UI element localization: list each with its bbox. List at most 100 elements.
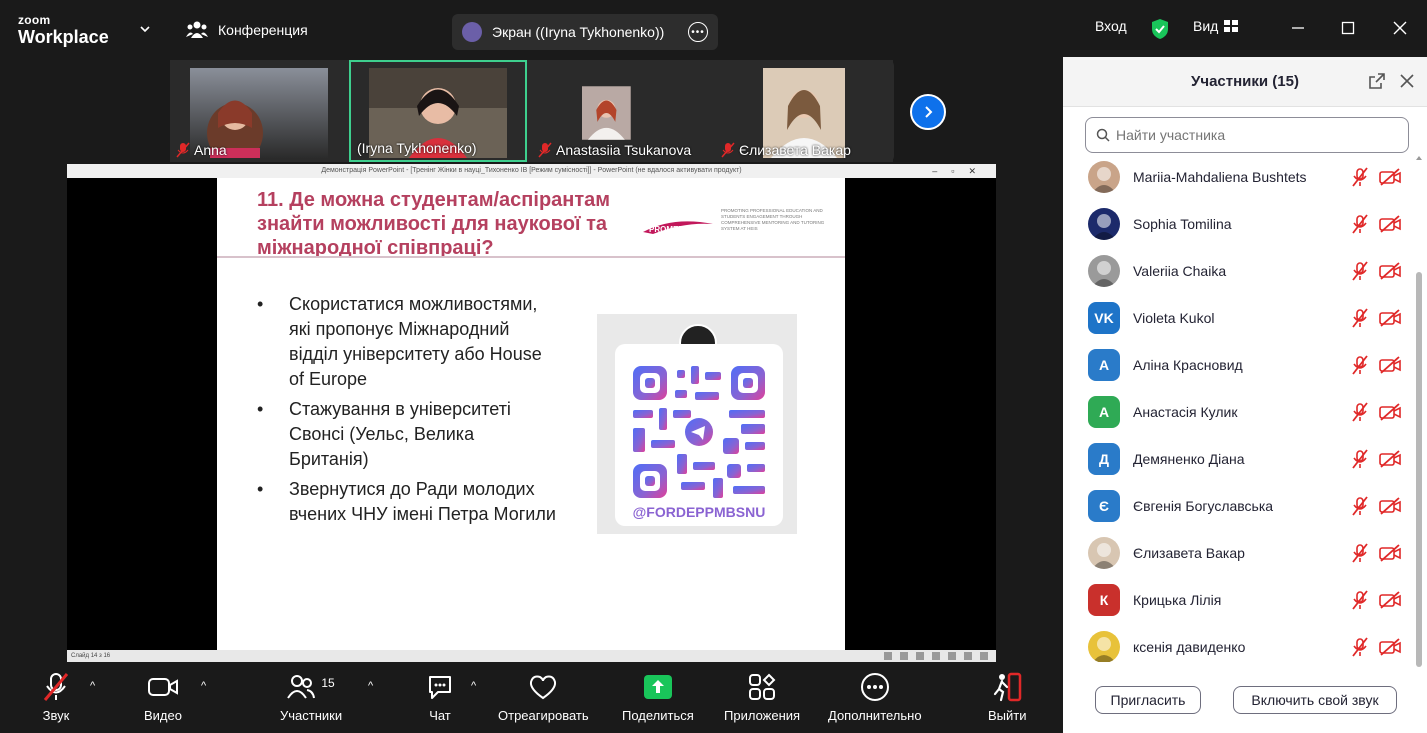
participants-label: Участники xyxy=(280,708,343,723)
participant-row[interactable]: Mariia-Mahdaliena Bushtets xyxy=(1063,157,1413,200)
screen-share-indicator[interactable]: Экран ((Iryna Tykhonenko)) ••• xyxy=(452,14,718,50)
video-tile-active-speaker[interactable]: (Iryna Tykhonenko) xyxy=(349,60,527,162)
meeting-info[interactable]: Конференция xyxy=(186,20,308,40)
share-button[interactable]: Поделиться xyxy=(622,670,694,723)
participants-button[interactable]: 15 Участники xyxy=(280,670,342,723)
camera-off-icon[interactable] xyxy=(1379,449,1401,468)
participants-scrollbar[interactable] xyxy=(1415,155,1423,667)
participant-row[interactable]: А Анастасія Кулик xyxy=(1063,388,1413,435)
mic-muted-icon[interactable] xyxy=(1351,495,1369,516)
next-videos-button[interactable] xyxy=(910,94,946,130)
participant-row[interactable]: Є Євгенія Богуславська xyxy=(1063,482,1413,529)
video-options-chevron-icon[interactable]: ^ xyxy=(201,680,206,692)
participant-row[interactable]: VK Violeta Kukol xyxy=(1063,294,1413,341)
unmute-button[interactable]: Включить свой звук xyxy=(1233,686,1397,714)
more-icon xyxy=(860,673,889,701)
audio-button[interactable]: Звук xyxy=(40,670,72,723)
mic-muted-icon[interactable] xyxy=(1351,213,1369,234)
participant-row[interactable]: ксенія давиденко xyxy=(1063,623,1413,662)
participant-row[interactable]: Єлизавета Вакар xyxy=(1063,529,1413,576)
screen-share-label: Экран ((Iryna Tykhonenko)) xyxy=(492,24,665,40)
video-name-label: Anna xyxy=(194,142,227,158)
grid-icon xyxy=(1224,20,1239,32)
video-tile[interactable]: Anastasiia Tsukanova xyxy=(532,60,710,162)
mic-muted-icon[interactable] xyxy=(1351,307,1369,328)
apps-icon xyxy=(749,673,776,700)
mic-muted-icon[interactable] xyxy=(1351,401,1369,422)
mic-muted-icon[interactable] xyxy=(1351,448,1369,469)
leave-button[interactable]: Выйти xyxy=(988,670,1027,723)
video-tile[interactable]: Єлизавета Вакар xyxy=(715,60,893,162)
participant-row[interactable]: К Крицька Лілія xyxy=(1063,576,1413,623)
mic-muted-icon[interactable] xyxy=(1351,166,1369,187)
bullet-item: Скористатися можливостями, які пропонує … xyxy=(257,292,557,392)
ppt-slide-counter: Слайд 14 з 16 xyxy=(71,653,111,659)
video-name: (Iryna Tykhonenko) xyxy=(357,140,477,156)
search-input[interactable] xyxy=(1116,127,1396,143)
maximize-icon xyxy=(1341,21,1355,35)
video-name-label: Anastasiia Tsukanova xyxy=(556,142,692,158)
mic-muted-icon[interactable] xyxy=(1351,354,1369,375)
mic-muted-icon[interactable] xyxy=(1351,589,1369,610)
ppt-window-title-text: Демонстрація PowerPoint - [Тренінг Жінки… xyxy=(321,167,742,174)
participant-name: Mariia-Mahdaliena Bushtets xyxy=(1133,168,1307,185)
chat-button[interactable]: Чат xyxy=(426,670,454,723)
camera-off-icon[interactable] xyxy=(1379,308,1401,327)
camera-off-icon[interactable] xyxy=(1379,214,1401,233)
camera-off-icon[interactable] xyxy=(1379,637,1401,656)
invite-button[interactable]: Пригласить xyxy=(1095,686,1201,714)
mic-muted-icon[interactable] xyxy=(1351,636,1369,657)
camera-off-icon[interactable] xyxy=(1379,543,1401,562)
minimize-button[interactable] xyxy=(1286,16,1310,40)
qr-code-icon xyxy=(633,366,765,498)
chat-options-chevron-icon[interactable]: ^ xyxy=(471,680,476,692)
maximize-button[interactable] xyxy=(1336,16,1360,40)
video-button[interactable]: Видео xyxy=(144,670,182,723)
video-tile[interactable]: Anna xyxy=(170,60,348,162)
participant-row[interactable]: Д Демяненко Діана xyxy=(1063,435,1413,482)
camera-off-icon[interactable] xyxy=(1379,402,1401,421)
view-button[interactable]: Вид xyxy=(1193,18,1239,34)
video-name: Єлизавета Вакар xyxy=(721,142,851,158)
participant-row[interactable]: Sophia Tomilina xyxy=(1063,200,1413,247)
more-options-icon[interactable]: ••• xyxy=(688,22,708,42)
participants-count-badge: 15 xyxy=(321,676,335,690)
camera-off-icon[interactable] xyxy=(1379,355,1401,374)
participant-row[interactable]: А Аліна Красновид xyxy=(1063,341,1413,388)
slide-divider xyxy=(217,256,845,258)
share-label: Поделиться xyxy=(622,708,694,723)
audio-options-chevron-icon[interactable]: ^ xyxy=(90,680,95,692)
participant-search[interactable] xyxy=(1085,117,1409,153)
scroll-up-icon[interactable] xyxy=(1415,155,1423,161)
video-name-label: Єлизавета Вакар xyxy=(739,142,851,158)
mic-muted-icon[interactable] xyxy=(1351,260,1369,281)
chevron-right-icon xyxy=(925,106,933,118)
chevron-down-icon[interactable] xyxy=(138,22,152,36)
shared-screen[interactable]: Демонстрація PowerPoint - [Тренінг Жінки… xyxy=(67,164,996,662)
camera-off-icon[interactable] xyxy=(1379,496,1401,515)
meeting-label: Конференция xyxy=(218,22,308,38)
more-button[interactable]: Дополнительно xyxy=(828,670,922,723)
participant-row[interactable]: Valeriia Chaika xyxy=(1063,247,1413,294)
camera-off-icon[interactable] xyxy=(1379,167,1401,186)
video-name: Anna xyxy=(176,142,227,158)
mic-muted-icon[interactable] xyxy=(1351,542,1369,563)
react-button[interactable]: Отреагировать xyxy=(498,670,589,723)
participant-avatar: VK xyxy=(1088,301,1120,334)
bullet-item: Звернутися до Ради молодих вчених ЧНУ ім… xyxy=(257,477,557,527)
camera-off-icon[interactable] xyxy=(1379,590,1401,609)
search-icon xyxy=(1096,128,1110,142)
scrollbar-thumb[interactable] xyxy=(1416,272,1422,667)
participants-options-chevron-icon[interactable]: ^ xyxy=(368,680,373,692)
pop-out-icon[interactable] xyxy=(1369,73,1385,89)
leave-door-icon xyxy=(994,672,1022,702)
camera-off-icon[interactable] xyxy=(1379,261,1401,280)
signin-button[interactable]: Вход xyxy=(1095,18,1127,34)
participant-name: Демяненко Діана xyxy=(1133,450,1245,467)
brand-top: zoom xyxy=(18,13,51,27)
participant-avatar xyxy=(1088,630,1120,662)
close-window-button[interactable] xyxy=(1388,16,1412,40)
close-icon[interactable] xyxy=(1399,73,1415,89)
shield-check-icon[interactable] xyxy=(1150,18,1170,40)
apps-button[interactable]: Приложения xyxy=(724,670,800,723)
